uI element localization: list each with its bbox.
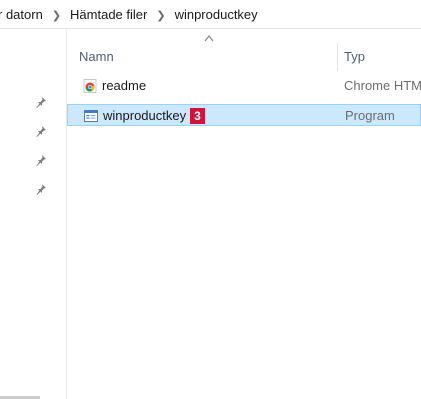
pin-icon[interactable]: [34, 182, 48, 196]
pin-icon[interactable]: [34, 95, 48, 109]
file-explorer-window: r datorn ❯ Hämtade filer ❯ winproductkey…: [0, 0, 421, 399]
chevron-right-icon[interactable]: ❯: [45, 9, 68, 22]
breadcrumb-winproductkey[interactable]: winproductkey: [173, 7, 260, 22]
navigation-pane: [0, 29, 67, 399]
file-row-winproductkey[interactable]: winproductkey 3 Program: [67, 104, 421, 126]
program-icon: [84, 110, 98, 122]
breadcrumb-this-pc[interactable]: r datorn: [0, 7, 45, 22]
address-bar[interactable]: r datorn ❯ Hämtade filer ❯ winproductkey: [0, 0, 421, 29]
file-name: winproductkey 3: [103, 108, 205, 124]
file-row-readme[interactable]: readme Chrome HTML: [67, 75, 421, 97]
sort-ascending-icon: [204, 35, 214, 42]
pin-icon[interactable]: [34, 124, 48, 138]
chevron-right-icon[interactable]: ❯: [149, 9, 172, 22]
column-header-name[interactable]: Namn: [79, 49, 114, 64]
column-divider[interactable]: [337, 43, 338, 71]
column-header-row: Namn Typ: [67, 43, 421, 71]
file-type: Chrome HTML: [344, 78, 421, 93]
chrome-icon: [83, 79, 97, 93]
step-number-badge: 3: [190, 108, 205, 124]
file-name-text: winproductkey: [103, 108, 187, 123]
pin-icon[interactable]: [34, 153, 48, 167]
column-header-type[interactable]: Typ: [344, 49, 365, 64]
file-list: Namn Typ readme Chrome HTML winproductke…: [67, 29, 421, 399]
file-type: Program: [345, 108, 395, 123]
file-name: readme: [102, 78, 147, 93]
breadcrumb-downloads[interactable]: Hämtade filer: [68, 7, 149, 22]
